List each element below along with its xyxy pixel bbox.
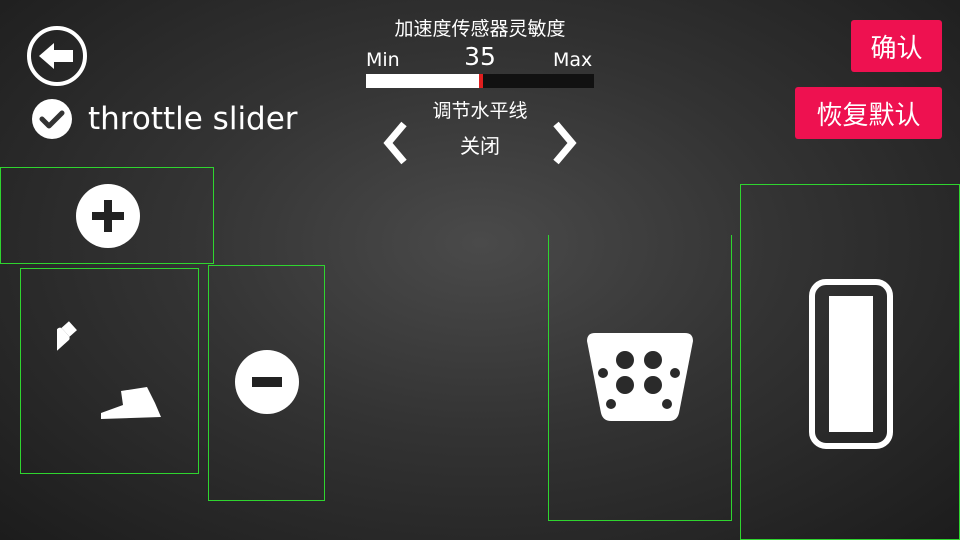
sensitivity-title: 加速度传感器灵敏度 [394, 18, 566, 40]
min-label: Min [366, 49, 400, 71]
brake-pedal-zone[interactable] [548, 235, 732, 521]
check-circle-icon [32, 99, 72, 139]
arrow-left-icon [27, 26, 87, 86]
horizon-next-button[interactable] [548, 120, 580, 166]
plus-circle-icon [76, 184, 140, 248]
confirm-button[interactable]: 确认 [851, 20, 942, 72]
reset-default-button[interactable]: 恢复默认 [795, 87, 942, 139]
plus-zone[interactable] [0, 167, 214, 264]
minus-circle-icon [235, 350, 299, 414]
throttle-slider-toggle[interactable]: throttle slider [31, 97, 298, 141]
horizon-title: 调节水平线 [432, 100, 528, 122]
max-label: Max [553, 49, 593, 71]
handbrake-zone[interactable] [20, 268, 199, 474]
back-button[interactable] [26, 25, 88, 87]
throttle-icon [809, 279, 893, 449]
throttle-zone[interactable] [740, 184, 960, 540]
horizon-prev-button[interactable] [380, 120, 412, 166]
chevron-left-icon [383, 121, 407, 165]
slider-handle[interactable] [479, 74, 483, 88]
horizon-value: 关闭 [460, 134, 500, 158]
brake-pedal-icon [587, 333, 693, 421]
chevron-right-icon [553, 121, 577, 165]
handbrake-icon [57, 321, 161, 419]
minus-zone[interactable] [208, 265, 325, 501]
sensitivity-value: 35 [464, 42, 496, 71]
slider-fill [366, 74, 480, 88]
throttle-slider-label: throttle slider [88, 101, 298, 137]
sensitivity-slider[interactable] [366, 74, 594, 88]
